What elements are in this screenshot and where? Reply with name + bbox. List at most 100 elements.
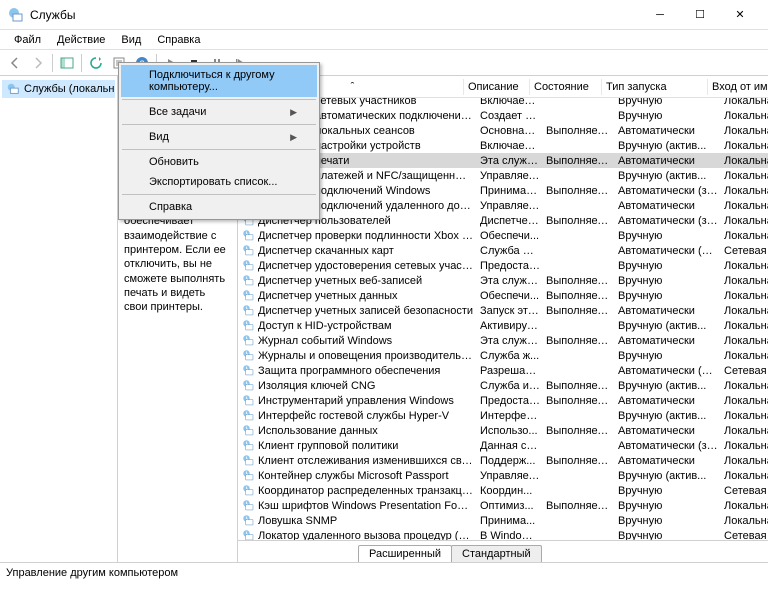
service-row[interactable]: Диспетчер учетных данныхОбеспечи...Выпол… <box>238 288 768 303</box>
service-row[interactable]: Координатор распределенных транзакцийКоо… <box>238 483 768 498</box>
service-row[interactable]: Журнал событий WindowsЭта служб...Выполн… <box>238 333 768 348</box>
close-button[interactable]: ✕ <box>720 1 760 29</box>
service-logon: Локальная слу... <box>724 98 768 107</box>
service-logon: Локальная слу... <box>724 470 768 482</box>
refresh-button[interactable] <box>85 52 107 74</box>
service-name: Кэш шрифтов Windows Presentation Foundat… <box>258 500 480 512</box>
service-state: Выполняется <box>546 335 618 347</box>
app-icon <box>8 7 24 23</box>
col-start[interactable]: Тип запуска <box>602 79 708 95</box>
service-start: Автоматически (за... <box>618 215 724 227</box>
ctx-help[interactable]: Справка <box>121 197 317 217</box>
col-logon[interactable]: Вход от имени <box>708 79 768 95</box>
service-start: Автоматически <box>618 395 724 407</box>
service-desc: Эта служб... <box>480 275 546 287</box>
service-row[interactable]: Контейнер службы Microsoft PassportУправ… <box>238 468 768 483</box>
service-desc: Предостав... <box>480 395 546 407</box>
service-row[interactable]: Диспетчер скачанных картСлужба W...Автом… <box>238 243 768 258</box>
service-desc: Принима... <box>480 515 546 527</box>
service-row[interactable]: Клиент групповой политикиДанная сл...Авт… <box>238 438 768 453</box>
maximize-button[interactable]: ☐ <box>680 1 720 29</box>
forward-button[interactable] <box>27 52 49 74</box>
service-logon: Локальная слу... <box>724 500 768 512</box>
ctx-view[interactable]: Вид▶ <box>121 127 317 147</box>
col-desc[interactable]: Описание <box>464 79 530 95</box>
service-start: Автоматически <box>618 125 724 137</box>
service-row[interactable]: Локатор удаленного вызова процедур (RPC)… <box>238 528 768 540</box>
service-logon: Локальная сис... <box>724 320 768 332</box>
service-row[interactable]: Кэш шрифтов Windows Presentation Foundat… <box>238 498 768 513</box>
service-state: Выполняется <box>546 155 618 167</box>
window-title: Службы <box>30 8 640 22</box>
service-desc: Использо... <box>480 425 546 437</box>
service-row[interactable]: Изоляция ключей CNGСлужба из...Выполняет… <box>238 378 768 393</box>
service-logon: Сетевая служба <box>724 365 768 377</box>
menu-help[interactable]: Справка <box>149 32 208 48</box>
service-logon: Локальная сис... <box>724 440 768 452</box>
service-start: Вручную <box>618 485 724 497</box>
service-state: Выполняется <box>546 305 618 317</box>
service-row[interactable]: Ловушка SNMPПринима...ВручнуюЛокальная с… <box>238 513 768 528</box>
service-logon: Локальная сис... <box>724 305 768 317</box>
service-start: Автоматически (за... <box>618 440 724 452</box>
service-desc: Обеспечи... <box>480 290 546 302</box>
ctx-export[interactable]: Экспортировать список... <box>121 172 317 192</box>
menubar: Файл Действие Вид Справка <box>0 30 768 50</box>
service-state: Выполняется <box>546 125 618 137</box>
service-start: Вручную <box>618 260 724 272</box>
service-state: Выполняется <box>546 215 618 227</box>
service-row[interactable]: Доступ к HID-устройствамАктивирует...Вру… <box>238 318 768 333</box>
minimize-button[interactable]: ─ <box>640 1 680 29</box>
service-name: Доступ к HID-устройствам <box>258 320 480 332</box>
service-start: Автоматически <box>618 455 724 467</box>
service-desc: Принимае... <box>480 185 546 197</box>
show-hide-button[interactable] <box>56 52 78 74</box>
service-name: Локатор удаленного вызова процедур (RPC) <box>258 530 480 541</box>
ctx-connect[interactable]: Подключиться к другому компьютеру... <box>121 65 317 97</box>
service-start: Вручную <box>618 500 724 512</box>
tab-standard[interactable]: Стандартный <box>451 545 542 562</box>
service-row[interactable]: Диспетчер удостоверения сетевых участник… <box>238 258 768 273</box>
service-row[interactable]: Диспетчер учетных записей безопасностиЗа… <box>238 303 768 318</box>
tab-extended[interactable]: Расширенный <box>358 545 452 562</box>
statusbar: Управление другим компьютером <box>0 562 768 582</box>
service-start: Автоматически <box>618 305 724 317</box>
menu-file[interactable]: Файл <box>6 32 49 48</box>
service-row[interactable]: Журналы и оповещения производительностиС… <box>238 348 768 363</box>
service-state: Выполняется <box>546 185 618 197</box>
back-button[interactable] <box>4 52 26 74</box>
service-desc: Оптимиз... <box>480 500 546 512</box>
service-row[interactable]: Защита программного обеспеченияРазрешает… <box>238 363 768 378</box>
service-row[interactable]: Инструментарий управления WindowsПредост… <box>238 393 768 408</box>
service-row[interactable]: Использование данныхИспользо...Выполняет… <box>238 423 768 438</box>
menu-action[interactable]: Действие <box>49 32 113 48</box>
service-desc: Активирует... <box>480 320 546 332</box>
service-start: Автоматически (от... <box>618 245 724 257</box>
ctx-alltasks[interactable]: Все задачи▶ <box>121 102 317 122</box>
service-logon: Локальная сис... <box>724 455 768 467</box>
service-name: Клиент групповой политики <box>258 440 480 452</box>
service-row[interactable]: Клиент отслеживания изменившихся связейП… <box>238 453 768 468</box>
status-text: Управление другим компьютером <box>6 567 178 579</box>
service-state: Выполняется <box>546 380 618 392</box>
menu-view[interactable]: Вид <box>113 32 149 48</box>
service-desc: Служба из... <box>480 380 546 392</box>
service-name: Инструментарий управления Windows <box>258 395 480 407</box>
service-name: Диспетчер скачанных карт <box>258 245 480 257</box>
service-start: Автоматически <box>618 155 724 167</box>
service-desc: Предостав... <box>480 260 546 272</box>
service-start: Автоматически (от... <box>618 365 724 377</box>
service-row[interactable]: Диспетчер проверки подлинности Xbox Live… <box>238 228 768 243</box>
service-start: Вручную <box>618 275 724 287</box>
tree-root[interactable]: Службы (локальн <box>2 80 115 98</box>
tree-pane: Службы (локальн <box>0 76 118 562</box>
context-menu: Подключиться к другому компьютеру... Все… <box>118 62 320 220</box>
tree-root-label: Службы (локальн <box>24 83 114 95</box>
ctx-refresh[interactable]: Обновить <box>121 152 317 172</box>
col-state[interactable]: Состояние <box>530 79 602 95</box>
service-row[interactable]: Интерфейс гостевой службы Hyper-VИнтерфе… <box>238 408 768 423</box>
service-state: Выполняется <box>546 455 618 467</box>
service-logon: Локальная слу... <box>724 260 768 272</box>
service-logon: Сетевая служба <box>724 485 768 497</box>
service-row[interactable]: Диспетчер учетных веб-записейЭта служб..… <box>238 273 768 288</box>
